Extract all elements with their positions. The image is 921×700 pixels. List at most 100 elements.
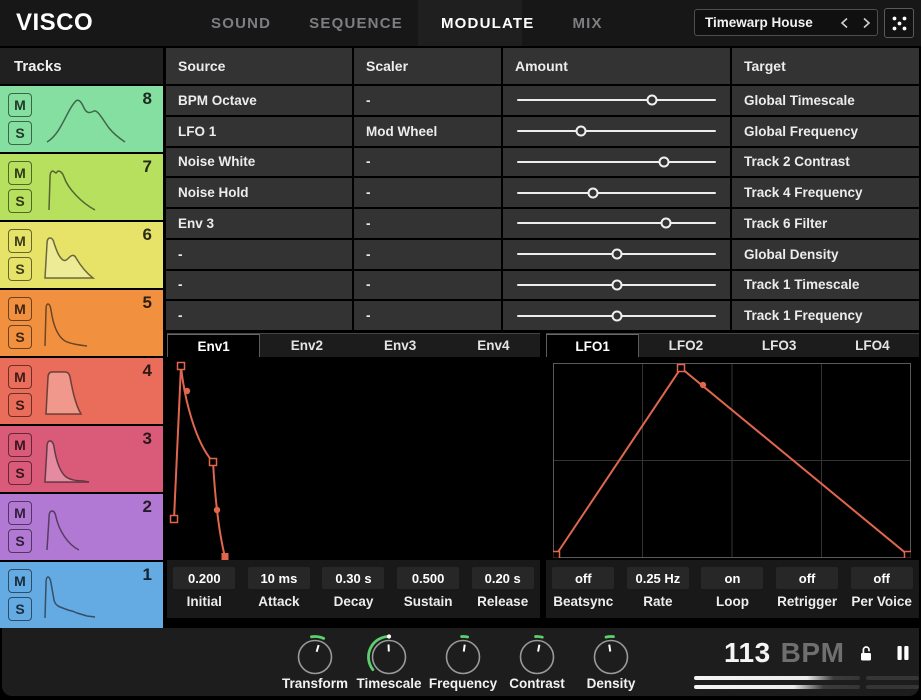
tab-env2[interactable]: Env2 [260,334,353,357]
slider-handle[interactable] [587,187,598,198]
amount-slider[interactable] [517,209,716,238]
source-select[interactable]: - [166,240,352,269]
target-select[interactable]: Global Density [732,240,919,269]
lfo-slope-curve-handle[interactable] [700,382,706,388]
tab-lfo1[interactable]: LFO1 [546,334,639,357]
frequency-knob[interactable]: Frequency [426,632,500,691]
bpm-value[interactable]: 113 [724,637,771,669]
solo-button[interactable]: S [8,189,32,213]
scaler-select[interactable]: - [354,178,501,207]
amount-slider[interactable] [517,178,716,207]
amount-slider[interactable] [517,240,716,269]
target-select[interactable]: Track 4 Frequency [732,178,919,207]
scaler-select[interactable]: Mod Wheel [354,117,501,146]
scaler-select[interactable]: - [354,86,501,115]
mute-button[interactable]: M [8,297,32,321]
track-row-4[interactable]: M S 4 [0,358,163,424]
source-select[interactable]: Env 3 [166,209,352,238]
slider-handle[interactable] [661,218,672,229]
lfo-end-handle[interactable] [905,552,912,559]
scaler-select[interactable]: - [354,240,501,269]
source-select[interactable]: Noise Hold [166,178,352,207]
track-row-2[interactable]: M S 2 [0,494,163,560]
release-value[interactable]: 0.20 s [472,567,534,589]
retrigger-value[interactable]: off [776,567,838,589]
amount-slider[interactable] [517,117,716,146]
mute-button[interactable]: M [8,93,32,117]
scaler-select[interactable]: - [354,148,501,177]
slider-handle[interactable] [611,310,622,321]
pause-icon[interactable] [896,645,910,661]
env-attack-handle[interactable] [178,363,185,370]
solo-button[interactable]: S [8,529,32,553]
tab-env1[interactable]: Env1 [167,334,260,357]
loop-value[interactable]: on [701,567,763,589]
tab-env4[interactable]: Env4 [447,334,540,357]
sustain-value[interactable]: 0.500 [397,567,459,589]
decay-value[interactable]: 0.30 s [322,567,384,589]
tab-lfo4[interactable]: LFO4 [826,334,919,357]
env-end-handle[interactable] [222,553,229,560]
amount-slider[interactable] [517,301,716,330]
preset-prev-button[interactable] [833,10,855,35]
tab-lfo3[interactable]: LFO3 [733,334,826,357]
env-initial-handle[interactable] [171,516,178,523]
randomize-button[interactable] [884,8,914,38]
beatsync-value[interactable]: off [552,567,614,589]
tab-modulate[interactable]: MODULATE [441,15,534,32]
track-row-7[interactable]: M S 7 [0,154,163,220]
mute-button[interactable]: M [8,433,32,457]
slider-handle[interactable] [611,249,622,260]
source-select[interactable]: Noise White [166,148,352,177]
tab-mix[interactable]: MIX [572,15,602,32]
target-select[interactable]: Track 2 Contrast [732,148,919,177]
tab-sequence[interactable]: SEQUENCE [309,15,403,32]
mute-button[interactable]: M [8,161,32,185]
lfo-start-handle[interactable] [553,552,560,559]
slider-handle[interactable] [575,126,586,137]
scaler-select[interactable]: - [354,271,501,300]
tab-lfo2[interactable]: LFO2 [639,334,732,357]
solo-button[interactable]: S [8,461,32,485]
pervoice-value[interactable]: off [851,567,913,589]
envelope-graph[interactable] [167,357,540,560]
tab-sound[interactable]: SOUND [211,15,271,32]
env-decay-curve-handle[interactable] [184,388,190,394]
lfo-graph[interactable] [546,357,919,560]
target-select[interactable]: Global Timescale [732,86,919,115]
target-select[interactable]: Track 1 Timescale [732,271,919,300]
density-knob[interactable]: Density [574,632,648,691]
mute-button[interactable]: M [8,569,32,593]
preset-name[interactable]: Timewarp House [695,15,833,30]
source-select[interactable]: - [166,301,352,330]
track-row-3[interactable]: M S 3 [0,426,163,492]
slider-handle[interactable] [611,279,622,290]
amount-slider[interactable] [517,271,716,300]
transform-knob[interactable]: Transform [278,632,352,691]
track-row-8[interactable]: M S 8 [0,86,163,152]
solo-button[interactable]: S [8,257,32,281]
scaler-select[interactable]: - [354,301,501,330]
mute-button[interactable]: M [8,229,32,253]
contrast-knob[interactable]: Contrast [500,632,574,691]
preset-next-button[interactable] [855,10,877,35]
mute-button[interactable]: M [8,501,32,525]
attack-value[interactable]: 10 ms [248,567,310,589]
source-select[interactable]: - [166,271,352,300]
env-sustain-handle[interactable] [210,459,217,466]
lfo-peak-handle[interactable] [678,365,685,372]
source-select[interactable]: LFO 1 [166,117,352,146]
initial-value[interactable]: 0.200 [173,567,235,589]
scaler-select[interactable]: - [354,209,501,238]
unlock-icon[interactable] [858,645,874,662]
slider-handle[interactable] [647,95,658,106]
preset-selector[interactable]: Timewarp House [694,9,878,36]
rate-value[interactable]: 0.25 Hz [627,567,689,589]
solo-button[interactable]: S [8,121,32,145]
slider-handle[interactable] [659,156,670,167]
track-row-1[interactable]: M S 1 [0,562,163,628]
solo-button[interactable]: S [8,597,32,621]
target-select[interactable]: Track 1 Frequency [732,301,919,330]
env-release-curve-handle[interactable] [214,507,220,513]
amount-slider[interactable] [517,148,716,177]
